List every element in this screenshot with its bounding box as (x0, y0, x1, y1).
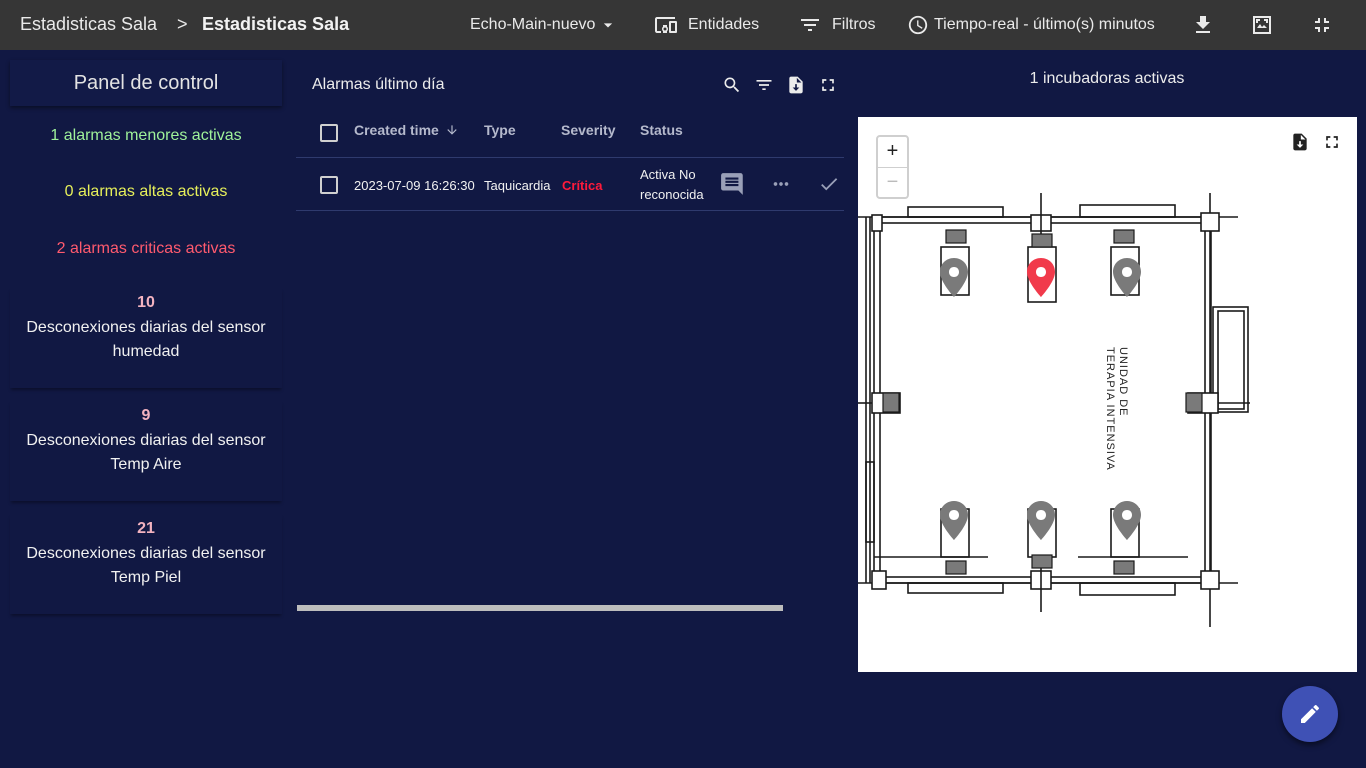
file-export-icon (1293, 133, 1307, 151)
cell-type: Taquicardia (484, 178, 551, 193)
breadcrumb-current: Estadisticas Sala (202, 14, 350, 34)
zoom-out-button[interactable]: − (878, 167, 907, 197)
breadcrumb-root[interactable]: Estadisticas Sala (20, 14, 157, 35)
row-checkbox[interactable] (320, 176, 338, 194)
select-all-checkbox[interactable] (320, 124, 338, 142)
room-label-line2: TERAPIA INTENSIVA (1104, 347, 1116, 471)
stat-label: Desconexiones diarias del sensor Temp Ai… (26, 432, 266, 473)
map-title: 1 incubadoras activas (1029, 70, 1185, 87)
timewindow-label: Tiempo-real - último(s) minutos (934, 16, 1155, 33)
exit-fullscreen-button[interactable] (1310, 0, 1334, 50)
comment-button[interactable] (720, 171, 746, 202)
map-fullscreen-button[interactable] (1322, 132, 1342, 157)
filter-icon (756, 80, 772, 90)
alarm-filter-button[interactable] (754, 75, 774, 100)
image-frame-icon (1253, 16, 1271, 34)
search-button[interactable] (722, 75, 742, 100)
alarms-title: Alarmas último día (312, 76, 445, 93)
breadcrumb-separator: > (177, 14, 188, 34)
dashboard-state-label: Echo-Main-nuevo (470, 16, 596, 33)
stat-card-skin-temp: 21 Desconexiones diarias del sensor Temp… (10, 514, 282, 614)
export-button[interactable] (786, 75, 806, 100)
stat-value: 10 (137, 294, 155, 311)
horizontal-scrollbar[interactable] (297, 605, 783, 611)
acknowledge-button[interactable] (818, 173, 840, 200)
stat-label: Desconexiones diarias del sensor humedad (26, 319, 266, 360)
floor-plan-map[interactable]: UNIDAD DE TERAPIA INTENSIVA + − (858, 117, 1357, 672)
more-button[interactable] (770, 173, 792, 200)
alarms-widget: Alarmas último día Created time Type Sev… (296, 62, 844, 622)
stat-value: 9 (141, 407, 151, 424)
col-severity[interactable]: Severity (561, 122, 615, 138)
stat-card-humidity: 10 Desconexiones diarias del sensor hume… (10, 288, 282, 388)
cell-created-time: 2023-07-09 16:26:30 (354, 178, 475, 193)
top-toolbar: Estadisticas Sala > Estadisticas Sala Ec… (0, 0, 1366, 50)
download-button[interactable] (1191, 0, 1215, 50)
stat-card-air-temp: 9 Desconexiones diarias del sensor Temp … (10, 401, 282, 501)
search-icon (724, 77, 740, 93)
col-type[interactable]: Type (484, 122, 516, 138)
export-image-button[interactable] (1250, 0, 1274, 50)
table-header: Created time Type Severity Status (296, 110, 844, 158)
stat-value: 21 (137, 520, 155, 537)
filter-icon (801, 19, 819, 31)
filters-button[interactable]: Filtros (798, 0, 876, 50)
floor-plan: UNIDAD DE TERAPIA INTENSIVA (858, 193, 1250, 627)
download-icon (1196, 16, 1210, 33)
control-panel: Panel de control (10, 60, 282, 106)
dashboard-state-select[interactable]: Echo-Main-nuevo (470, 0, 618, 50)
more-horizontal-icon (773, 182, 789, 186)
critical-alarms-count: 2 alarmas criticas activas (56, 240, 236, 257)
panel-title: Panel de control (10, 60, 282, 106)
clock-icon (908, 15, 928, 35)
comment-icon (721, 173, 743, 195)
cell-severity: Crítica (562, 178, 603, 193)
file-export-icon (789, 76, 803, 94)
col-created-label: Created time (354, 122, 439, 138)
devices-icon (655, 17, 677, 33)
col-created-time[interactable]: Created time (354, 122, 459, 138)
entities-label: Entidades (688, 16, 760, 33)
timewindow-button[interactable]: Tiempo-real - último(s) minutos (907, 0, 1155, 50)
zoom-in-button[interactable]: + (878, 137, 907, 167)
room-label-line1: UNIDAD DE (1117, 347, 1129, 417)
check-icon (821, 178, 838, 191)
map-zoom-control: + − (876, 135, 909, 199)
stat-label: Desconexiones diarias del sensor Temp Pi… (26, 545, 266, 586)
map-export-button[interactable] (1290, 132, 1310, 157)
col-status[interactable]: Status (640, 122, 683, 138)
fullscreen-icon (822, 79, 834, 91)
minor-alarms-count: 1 alarmas menores activas (50, 127, 242, 144)
fullscreen-exit-icon (1315, 18, 1329, 32)
entities-button[interactable]: Entidades (654, 0, 759, 50)
cell-status: Activa No reconocida (640, 167, 704, 202)
filters-label: Filtros (832, 16, 876, 33)
fullscreen-icon (1326, 136, 1338, 148)
table-row[interactable]: 2023-07-09 16:26:30 Taquicardia Crítica … (296, 159, 844, 211)
edit-dashboard-button[interactable] (1282, 686, 1338, 742)
caret-down-icon (604, 23, 613, 28)
high-alarms-count: 0 alarmas altas activas (64, 183, 228, 200)
arrow-down-icon (447, 125, 457, 135)
pencil-icon (1301, 705, 1319, 723)
fullscreen-button[interactable] (818, 75, 838, 100)
